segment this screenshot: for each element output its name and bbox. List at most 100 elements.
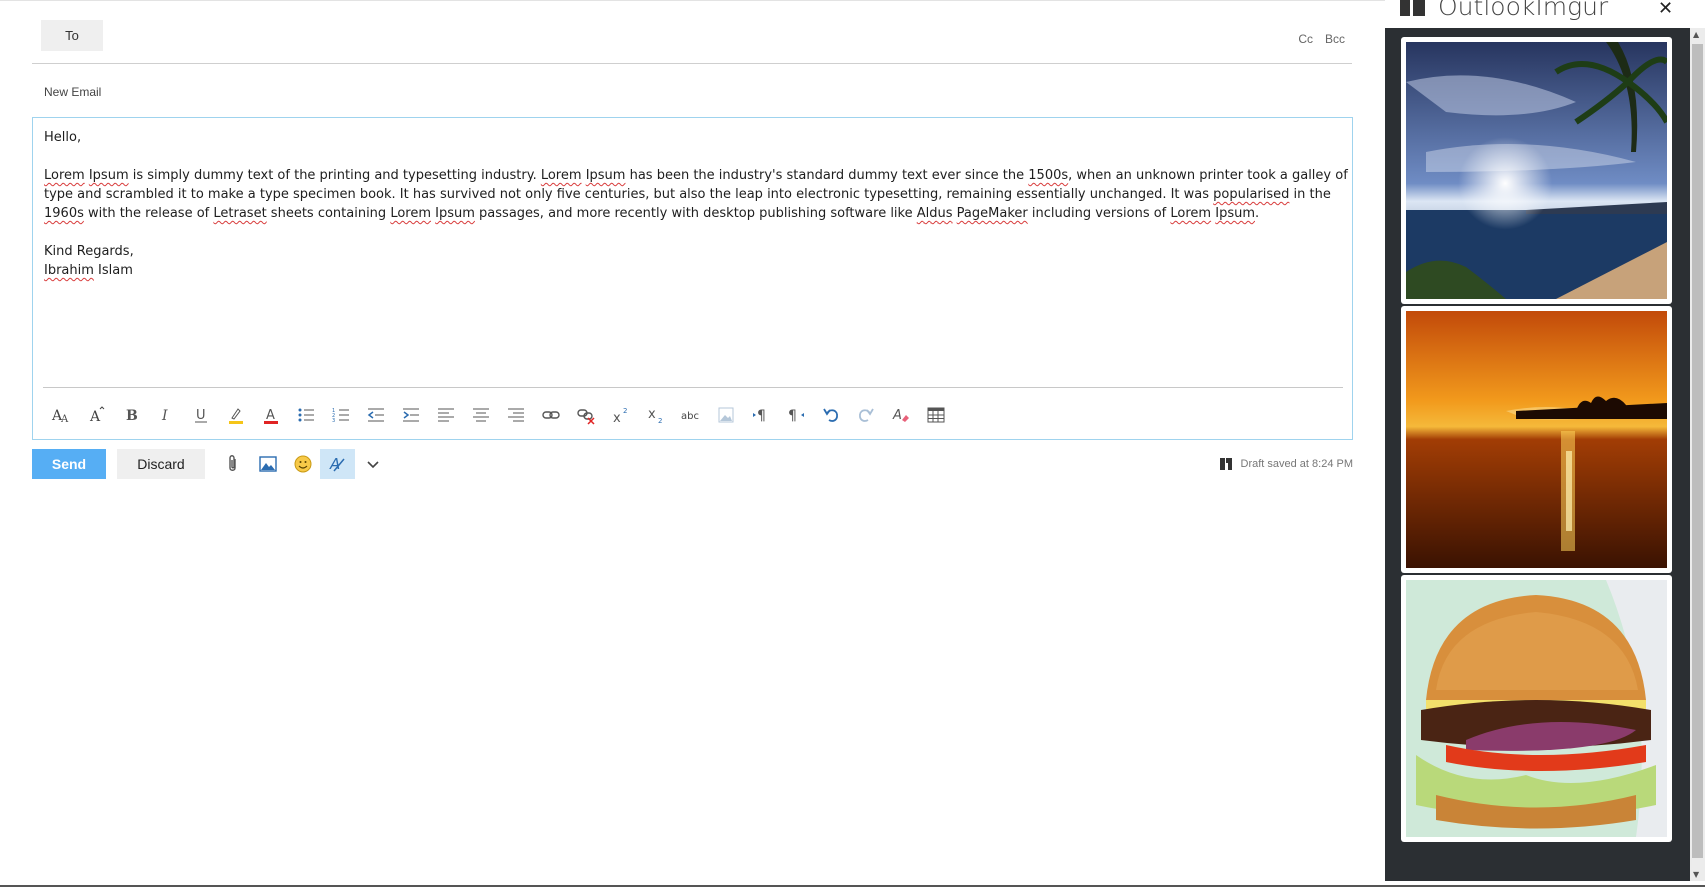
bold-icon: B	[126, 408, 138, 424]
text-run: is simply dummy text of the printing and…	[128, 168, 541, 183]
bullets-icon	[298, 408, 314, 422]
remove-link-icon	[576, 409, 595, 425]
to-button[interactable]: To	[41, 20, 103, 51]
draft-status: Draft saved at 8:24 PM	[1219, 457, 1354, 471]
svg-text:x: x	[613, 411, 621, 425]
align-right-icon	[507, 408, 524, 422]
misspelled-word: Ipsum	[435, 206, 475, 221]
misspelled-word: Ipsum	[1215, 206, 1255, 221]
emoji-button[interactable]	[285, 449, 320, 479]
highlight-button[interactable]	[218, 400, 253, 430]
align-center-icon	[472, 408, 489, 422]
font-color-icon: A	[263, 408, 278, 424]
rtl-button[interactable]: ¶	[778, 400, 813, 430]
greeting-line: Hello,	[44, 130, 82, 145]
font-color-button[interactable]: A	[253, 400, 288, 430]
addin-button[interactable]: A	[320, 449, 355, 479]
insert-link-button[interactable]	[533, 400, 568, 430]
grow-font-button[interactable]: A	[78, 400, 113, 430]
draft-status-text: Draft saved at 8:24 PM	[1240, 458, 1354, 470]
clear-formatting-button[interactable]: A	[883, 400, 918, 430]
font-size-button[interactable]: AA	[43, 400, 78, 430]
bcc-link[interactable]: Bcc	[1325, 32, 1345, 46]
undo-button[interactable]	[813, 400, 848, 430]
svg-text:B: B	[126, 408, 138, 424]
align-center-button[interactable]	[463, 400, 498, 430]
toolbar-divider	[43, 387, 1343, 388]
svg-text:¶: ¶	[757, 408, 766, 424]
format-toolbar: AA A B I U A 123 x2 x2 abc ¶ ¶ A	[43, 400, 953, 430]
text-run: sheets containing	[266, 206, 391, 221]
svg-text:x: x	[648, 407, 656, 422]
bold-button[interactable]: B	[113, 400, 148, 430]
cc-bcc-links: Cc Bcc	[1298, 32, 1345, 46]
decrease-indent-button[interactable]	[358, 400, 393, 430]
more-options-button[interactable]	[355, 449, 390, 479]
font-size-icon: AA	[51, 408, 69, 425]
align-left-icon	[437, 408, 454, 422]
send-button[interactable]: Send	[32, 449, 106, 479]
grow-font-icon: A	[89, 406, 104, 425]
superscript-button[interactable]: x2	[603, 400, 638, 430]
attach-button[interactable]	[215, 449, 250, 479]
increase-indent-button[interactable]	[393, 400, 428, 430]
misspelled-word: Ipsum	[88, 168, 129, 183]
align-left-button[interactable]	[428, 400, 463, 430]
italic-button[interactable]: I	[148, 400, 183, 430]
remove-link-button[interactable]	[568, 400, 603, 430]
misspelled-word: Lorem	[1170, 206, 1212, 221]
addin-title: OutlookImgur	[1438, 0, 1609, 21]
subject-field[interactable]: New Email	[44, 85, 101, 99]
image-thumbnail[interactable]	[1401, 306, 1672, 573]
align-right-button[interactable]	[498, 400, 533, 430]
cc-link[interactable]: Cc	[1298, 32, 1313, 46]
scroll-up-arrow-icon[interactable]: ▲	[1693, 30, 1699, 39]
emoji-icon	[294, 455, 311, 473]
misspelled-word: PageMaker	[956, 206, 1028, 221]
svg-text:U: U	[196, 408, 206, 423]
addin-logo-icon	[1400, 0, 1425, 16]
superscript-icon: x2	[613, 407, 627, 425]
svg-text:2: 2	[658, 417, 662, 425]
ltr-button[interactable]: ¶	[743, 400, 778, 430]
discard-button[interactable]: Discard	[117, 449, 205, 479]
clear-formatting-icon: A	[892, 408, 909, 423]
text-run: including versions of	[1027, 206, 1171, 221]
subscript-button[interactable]: x2	[638, 400, 673, 430]
strikethrough-icon: abc	[681, 411, 699, 422]
svg-text:2: 2	[623, 407, 627, 415]
decrease-indent-icon	[367, 408, 384, 422]
insert-picture-inline-button[interactable]	[250, 449, 285, 479]
image-thumbnail[interactable]	[1401, 575, 1672, 842]
burger-image	[1406, 580, 1667, 837]
strikethrough-button[interactable]: abc	[673, 400, 708, 430]
message-body[interactable]: Hello, Lorem Ipsum is simply dummy text …	[44, 128, 1349, 299]
text-run: passages, and more recently with desktop…	[474, 206, 917, 221]
subscript-icon: x2	[648, 407, 662, 425]
svg-text:I: I	[161, 408, 168, 424]
attach-icon	[228, 455, 236, 471]
insert-picture-icon	[718, 407, 733, 423]
message-editor[interactable]: Hello, Lorem Ipsum is simply dummy text …	[32, 117, 1353, 440]
svg-text:¶: ¶	[788, 408, 797, 424]
signature-block: Kind Regards, Ibrahim Islam	[44, 242, 1349, 280]
signature-last-name: Islam	[93, 263, 133, 278]
redo-button[interactable]	[848, 400, 883, 430]
scroll-down-arrow-icon[interactable]: ▼	[1693, 870, 1699, 879]
insert-table-button[interactable]	[918, 400, 953, 430]
compose-pane: To Cc Bcc New Email Hello, Lorem Ipsum i…	[0, 0, 1385, 887]
addin-logo-icon	[1219, 458, 1232, 470]
text-run: with the release of	[83, 206, 214, 221]
panel-scrollbar[interactable]: ▲ ▼	[1690, 28, 1705, 881]
text-run: .	[1255, 206, 1260, 221]
misspelled-word: Letraset	[213, 206, 267, 221]
close-icon[interactable]: ✕	[1658, 0, 1673, 19]
numbering-button[interactable]: 123	[323, 400, 358, 430]
image-thumbnail[interactable]	[1401, 37, 1672, 304]
misspelled-word: 1500s	[1028, 168, 1069, 183]
underline-button[interactable]: U	[183, 400, 218, 430]
bullets-button[interactable]	[288, 400, 323, 430]
scroll-thumb[interactable]	[1692, 44, 1703, 858]
underline-icon: U	[194, 408, 207, 423]
insert-picture-button[interactable]	[708, 400, 743, 430]
